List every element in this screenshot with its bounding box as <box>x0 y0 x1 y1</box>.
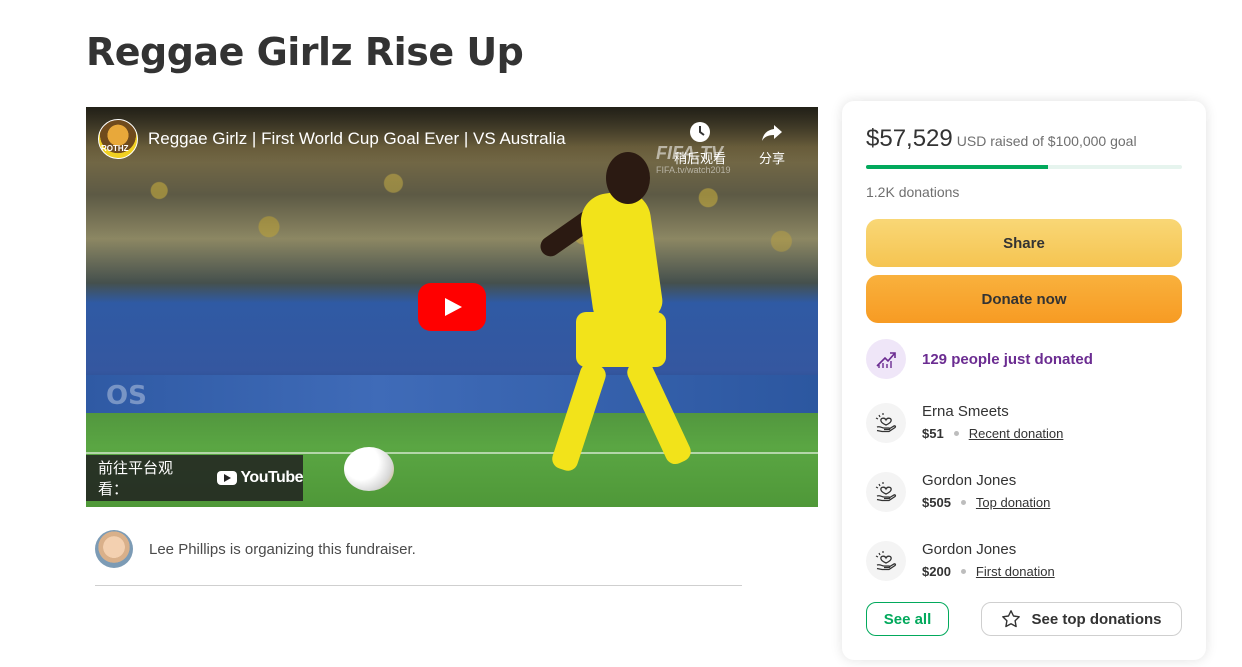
see-top-label: See top donations <box>1031 610 1162 628</box>
divider <box>95 585 742 586</box>
soccer-ball <box>344 447 394 491</box>
youtube-play-icon <box>217 471 238 485</box>
see-all-button[interactable]: See all <box>866 602 949 636</box>
heart-hand-icon <box>866 472 906 512</box>
donor-amount: $505 <box>922 495 951 510</box>
youtube-logo: YouTube <box>217 469 303 487</box>
donate-now-button[interactable]: Donate now <box>866 275 1182 323</box>
donor-amount: $200 <box>922 564 951 579</box>
channel-badge-text: ROTHZ <box>101 144 129 153</box>
watch-later-label: 稍后观看 <box>674 151 727 166</box>
goal-text: USD raised of $100,000 goal <box>956 133 1137 149</box>
recent-activity: 129 people just donated <box>866 339 1093 379</box>
progress-bar <box>866 165 1182 169</box>
donor-tag-link[interactable]: Top donation <box>976 495 1050 510</box>
raised-summary: $57,529 USD raised of $100,000 goal <box>866 125 1137 153</box>
video-title[interactable]: Reggae Girlz | First World Cup Goal Ever… <box>148 129 566 149</box>
watch-on-label: 前往平台观看： <box>98 460 174 498</box>
video-player[interactable]: OS ROTHZ Reggae Girlz | First World Cup … <box>86 107 818 507</box>
clock-icon <box>674 121 726 148</box>
trend-text: 129 people just donated <box>922 350 1093 368</box>
separator-dot <box>960 569 966 574</box>
share-button[interactable]: Share <box>866 219 1182 267</box>
donor-tag-link[interactable]: Recent donation <box>969 426 1064 441</box>
donation-card: $57,529 USD raised of $100,000 goal 1.2K … <box>842 101 1206 660</box>
video-player-figure <box>516 152 726 482</box>
organizer-text: Lee Phillips is organizing this fundrais… <box>149 540 416 558</box>
channel-avatar[interactable]: ROTHZ <box>98 119 138 159</box>
progress-fill <box>866 165 1048 169</box>
donor-item: Gordon Jones $505 Top donation <box>866 472 1050 512</box>
organizer-avatar <box>95 530 133 568</box>
raised-amount: $57,529 <box>866 125 953 152</box>
ad-board-text: OS <box>106 381 147 411</box>
donor-name: Gordon Jones <box>922 541 1017 558</box>
share-arrow-icon <box>746 121 798 148</box>
video-share-label: 分享 <box>758 151 785 166</box>
watch-on-youtube[interactable]: 前往平台观看： YouTube <box>86 455 303 501</box>
separator-dot <box>953 431 959 436</box>
donor-name: Erna Smeets <box>922 403 1009 420</box>
donor-item: Erna Smeets $51 Recent donation <box>866 403 1063 443</box>
donor-item: Gordon Jones $200 First donation <box>866 541 1055 581</box>
star-icon <box>1001 609 1021 629</box>
donor-tag-link[interactable]: First donation <box>976 564 1055 579</box>
heart-hand-icon <box>866 541 906 581</box>
page-title: Reggae Girlz Rise Up <box>86 30 524 74</box>
play-icon[interactable] <box>418 283 486 331</box>
watch-later-button[interactable]: 稍后观看 <box>674 121 726 167</box>
heart-hand-icon <box>866 403 906 443</box>
separator-dot <box>960 500 966 505</box>
youtube-label: YouTube <box>240 469 303 486</box>
donor-amount: $51 <box>922 426 944 441</box>
donations-count: 1.2K donations <box>866 184 960 200</box>
organizer-row: Lee Phillips is organizing this fundrais… <box>95 530 416 568</box>
video-share-button[interactable]: 分享 <box>746 121 798 167</box>
donor-name: Gordon Jones <box>922 472 1017 489</box>
trending-up-icon <box>866 339 906 379</box>
see-top-donations-button[interactable]: See top donations <box>981 602 1182 636</box>
